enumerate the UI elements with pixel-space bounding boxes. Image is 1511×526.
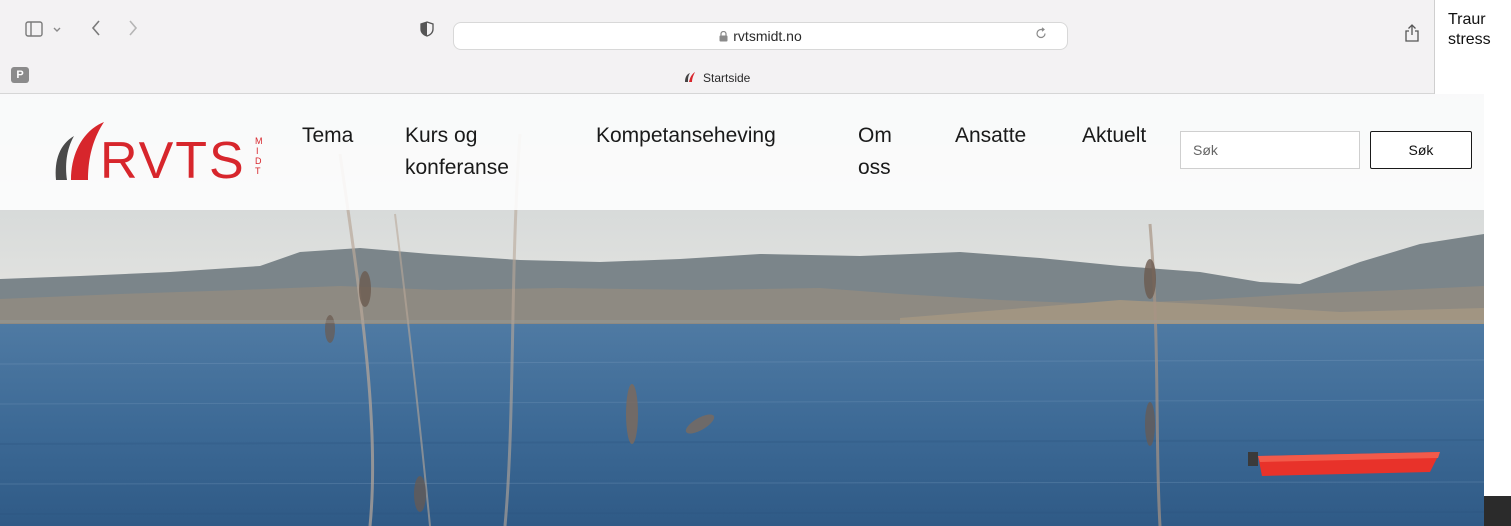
nav-kompetanseheving[interactable]: Kompetanseheving — [596, 120, 776, 152]
nav-aktuelt[interactable]: Aktuelt — [1082, 120, 1146, 152]
chevron-down-icon[interactable] — [52, 19, 62, 43]
tab-bar: P Startside — [0, 64, 1434, 93]
nav-tema[interactable]: Tema — [302, 120, 353, 152]
rvts-logo[interactable]: RVTS M I D T — [52, 114, 282, 184]
lock-icon — [719, 29, 728, 45]
search-input[interactable] — [1180, 131, 1360, 169]
nav-om-oss[interactable]: Om oss — [858, 120, 908, 184]
toolbar-row: rvtsmidt.no — [0, 0, 1434, 64]
adjacent-window: Traur stress — [1434, 0, 1511, 95]
nav-kurs-og-konferanse[interactable]: Kurs og konferanse — [405, 120, 555, 184]
reload-icon[interactable] — [1035, 27, 1047, 43]
back-icon[interactable] — [90, 19, 102, 43]
svg-text:I: I — [256, 146, 259, 156]
url-text-container: rvtsmidt.no — [454, 28, 1067, 45]
svg-text:M: M — [255, 136, 263, 146]
svg-text:D: D — [255, 156, 262, 166]
browser-toolbar: rvtsmidt.no P Startside — [0, 0, 1434, 94]
tab-title-text: Startside — [702, 71, 751, 85]
adjacent-line-1: Traur — [1448, 11, 1486, 28]
site-header: RVTS M I D T Tema Kurs og konferanse Kom… — [0, 94, 1484, 210]
url-text: rvtsmidt.no — [733, 28, 802, 44]
nav-ansatte[interactable]: Ansatte — [955, 120, 1026, 152]
adjacent-window-body — [1484, 130, 1511, 496]
active-tab[interactable]: Startside — [0, 71, 1434, 85]
forward-icon[interactable] — [127, 19, 139, 43]
logo-wordmark: RVTS — [100, 132, 246, 184]
adjacent-line-2: stress — [1448, 31, 1491, 48]
share-icon[interactable] — [1405, 24, 1419, 48]
svg-text:T: T — [255, 166, 261, 176]
website-viewport: RVTS M I D T Tema Kurs og konferanse Kom… — [0, 94, 1484, 526]
rvts-favicon-icon — [684, 71, 703, 85]
sidebar-icon[interactable] — [25, 19, 43, 43]
search-button[interactable]: Søk — [1370, 131, 1472, 169]
address-bar[interactable]: rvtsmidt.no — [453, 22, 1068, 50]
adjacent-window-text: Traur stress — [1448, 10, 1491, 50]
shield-icon[interactable] — [420, 19, 434, 43]
adjacent-window-edge — [1484, 496, 1511, 526]
